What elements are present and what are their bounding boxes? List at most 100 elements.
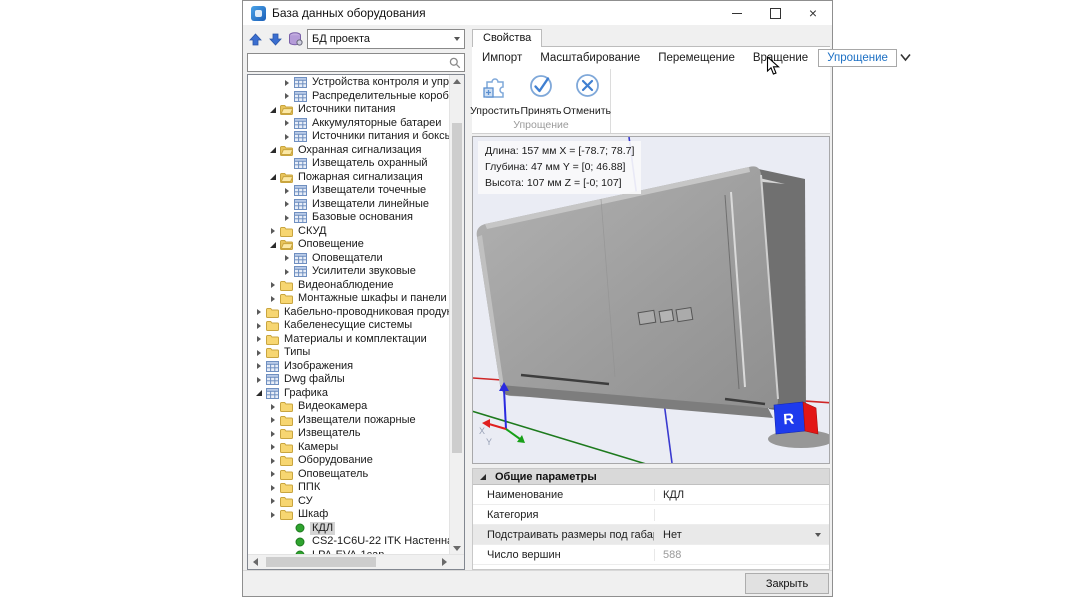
- scroll-up-icon[interactable]: [450, 75, 464, 88]
- ribbon-tab-1[interactable]: Импорт: [474, 50, 530, 66]
- tree-item[interactable]: СКУД: [248, 225, 450, 239]
- tree-item[interactable]: Усилители звуковые: [248, 265, 450, 279]
- expander-icon[interactable]: [268, 402, 278, 412]
- expander-icon[interactable]: [254, 388, 264, 398]
- property-group-header[interactable]: Общие параметры: [473, 469, 829, 485]
- expander-icon[interactable]: [254, 375, 264, 385]
- tree-item[interactable]: Оборудование: [248, 454, 450, 468]
- tree-item[interactable]: Кабеленесущие системы: [248, 319, 450, 333]
- horizontal-scroll-thumb[interactable]: [266, 557, 376, 567]
- database-settings-button[interactable]: [287, 30, 303, 48]
- tree-item[interactable]: Шкаф: [248, 508, 450, 522]
- tree-item[interactable]: CS2-1C6U-22 ITK Настенная инф.роз: [248, 535, 450, 549]
- expander-icon[interactable]: [268, 415, 278, 425]
- dropdown-chevron-icon[interactable]: [815, 533, 821, 537]
- scroll-right-icon[interactable]: [437, 555, 451, 568]
- ribbon-tab-4[interactable]: Вращение: [745, 50, 816, 66]
- scroll-left-icon[interactable]: [248, 555, 262, 568]
- expander-icon[interactable]: [268, 496, 278, 506]
- expander-icon[interactable]: [268, 240, 278, 250]
- tree-item[interactable]: Извещатель: [248, 427, 450, 441]
- expander-icon[interactable]: [268, 145, 278, 155]
- property-value[interactable]: Нет: [655, 529, 829, 541]
- tree-item[interactable]: Извещатели точечные: [248, 184, 450, 198]
- maximize-button[interactable]: [756, 1, 794, 25]
- property-value[interactable]: КДЛ: [655, 489, 829, 501]
- tree-item[interactable]: Оповещение: [248, 238, 450, 252]
- expander-icon[interactable]: [254, 321, 264, 331]
- expander-icon[interactable]: [282, 213, 292, 223]
- expander-icon[interactable]: [268, 442, 278, 452]
- отменить-button[interactable]: Отменить: [564, 71, 610, 117]
- expander-icon[interactable]: [282, 91, 292, 101]
- tree-vertical-scrollbar[interactable]: [449, 75, 464, 555]
- property-row[interactable]: НаименованиеКДЛ: [473, 485, 829, 505]
- tree-item[interactable]: Пожарная сигнализация: [248, 171, 450, 185]
- expander-icon[interactable]: [282, 78, 292, 88]
- tree-item[interactable]: Аккумуляторные батареи: [248, 117, 450, 131]
- tree-item[interactable]: Изображения: [248, 360, 450, 374]
- принять-button[interactable]: Принять: [518, 71, 564, 117]
- tree-item[interactable]: Камеры: [248, 441, 450, 455]
- tree-item[interactable]: Оповещатели: [248, 252, 450, 266]
- expander-icon[interactable]: [282, 118, 292, 128]
- vertical-scroll-thumb[interactable]: [452, 123, 462, 453]
- tree-item[interactable]: ППК: [248, 481, 450, 495]
- tree-item[interactable]: Распределительные коробки: [248, 90, 450, 104]
- tree-item[interactable]: Источники питания: [248, 103, 450, 117]
- expander-icon[interactable]: [268, 294, 278, 304]
- expander-icon[interactable]: [282, 186, 292, 196]
- expander-icon[interactable]: [282, 267, 292, 277]
- tree-item[interactable]: Dwg файлы: [248, 373, 450, 387]
- property-row[interactable]: Категория: [473, 505, 829, 525]
- tree-item[interactable]: Материалы и комплектации: [248, 333, 450, 347]
- tree-item[interactable]: Кабельно-проводниковая продукция: [248, 306, 450, 320]
- property-row[interactable]: Число вершин588: [473, 545, 829, 565]
- group-expander-icon[interactable]: [478, 472, 488, 482]
- expander-icon[interactable]: [268, 226, 278, 236]
- tree-item[interactable]: Извещатели пожарные: [248, 414, 450, 428]
- expander-icon[interactable]: [254, 307, 264, 317]
- expander-icon[interactable]: [254, 361, 264, 371]
- expander-icon[interactable]: [268, 483, 278, 493]
- expander-icon[interactable]: [282, 253, 292, 263]
- tree-item[interactable]: Монтажные шкафы и панели: [248, 292, 450, 306]
- move-down-button[interactable]: [267, 30, 283, 48]
- tree-item[interactable]: Видеонаблюдение: [248, 279, 450, 293]
- expander-icon[interactable]: [268, 510, 278, 520]
- expander-icon[interactable]: [268, 469, 278, 479]
- move-up-button[interactable]: [247, 30, 263, 48]
- tree-horizontal-scrollbar[interactable]: [248, 554, 464, 569]
- orientation-cube[interactable]: R: [774, 402, 818, 434]
- tab-properties[interactable]: Свойства: [472, 29, 542, 47]
- tree-item[interactable]: Охранная сигнализация: [248, 144, 450, 158]
- expander-icon[interactable]: [268, 280, 278, 290]
- tree-item[interactable]: Извещатели линейные: [248, 198, 450, 212]
- ribbon-tab-5[interactable]: Упрощение: [818, 49, 897, 67]
- collapse-ribbon-chevron-icon[interactable]: [899, 49, 912, 67]
- tree-item[interactable]: Видеокамера: [248, 400, 450, 414]
- ribbon-tab-3[interactable]: Перемещение: [650, 50, 743, 66]
- dialog-close-button[interactable]: Закрыть: [745, 573, 829, 594]
- expander-icon[interactable]: [254, 348, 264, 358]
- упростить-button[interactable]: Упростить: [472, 71, 518, 117]
- expander-icon[interactable]: [268, 105, 278, 115]
- database-select[interactable]: БД проекта: [307, 29, 465, 49]
- tree-item[interactable]: Графика: [248, 387, 450, 401]
- tree-item[interactable]: Извещатель охранный: [248, 157, 450, 171]
- ribbon-tab-2[interactable]: Масштабирование: [532, 50, 648, 66]
- tree-item[interactable]: Типы: [248, 346, 450, 360]
- property-row[interactable]: Подстраивать размеры под габарит...Нет: [473, 525, 829, 545]
- tree-item[interactable]: Оповещатель: [248, 468, 450, 482]
- search-input[interactable]: [251, 56, 449, 70]
- tree-item[interactable]: КДЛ: [248, 522, 450, 536]
- expander-icon[interactable]: [268, 456, 278, 466]
- tree-item[interactable]: Базовые основания: [248, 211, 450, 225]
- model-3d-viewport[interactable]: Длина: 157 мм X = [-78.7; 78.7]Глубина: …: [472, 136, 830, 464]
- expander-icon[interactable]: [282, 132, 292, 142]
- minimize-button[interactable]: [718, 1, 756, 25]
- expander-icon[interactable]: [282, 199, 292, 209]
- tree-item[interactable]: СУ: [248, 495, 450, 509]
- tree-item[interactable]: Устройства контроля и управлен: [248, 76, 450, 90]
- tree-item[interactable]: Источники питания и боксы: [248, 130, 450, 144]
